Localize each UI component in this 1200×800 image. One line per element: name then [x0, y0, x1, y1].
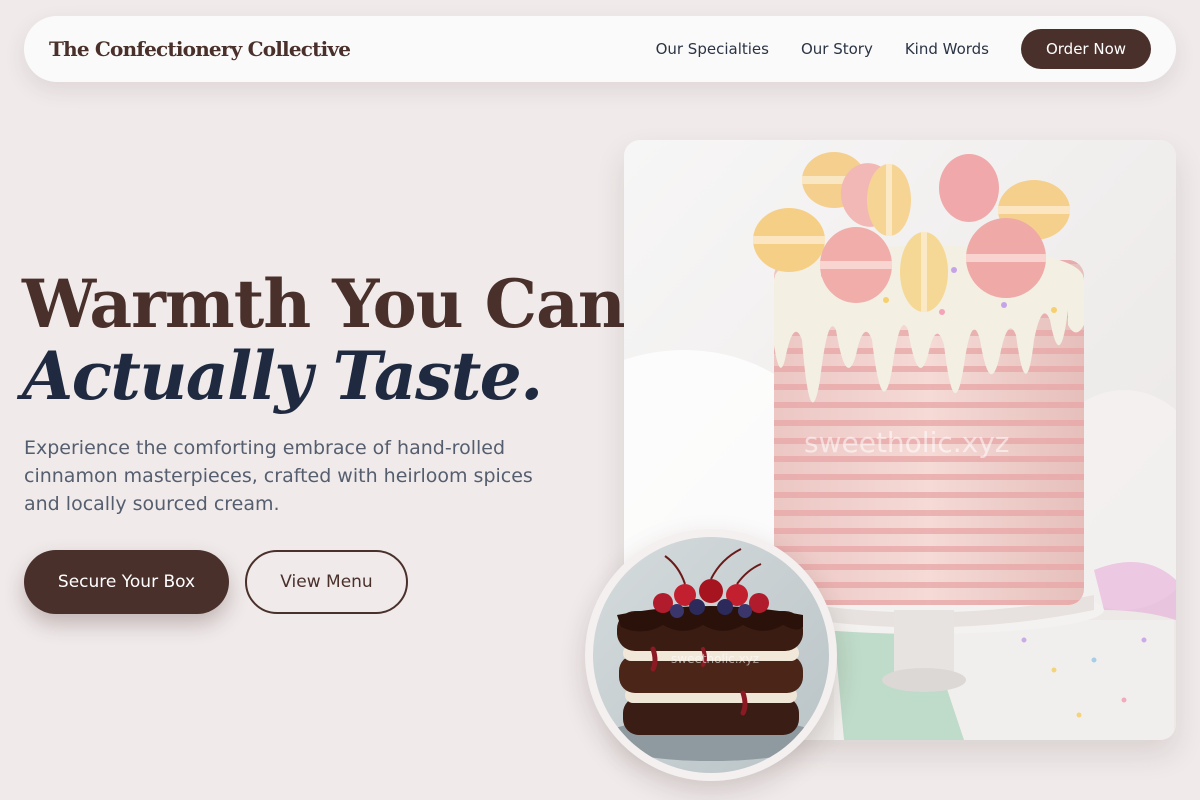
top-nav: The Confectionery Collective Our Special… [24, 16, 1176, 82]
hero-title-line2: Actually Taste. [22, 337, 543, 415]
nav-link-story[interactable]: Our Story [801, 40, 873, 58]
hero-subtitle: Experience the comforting embrace of han… [24, 437, 533, 515]
chocolate-cake-thumbnail[interactable]: sweetholic.xyz [585, 529, 837, 781]
main-watermark: sweetholic.xyz [804, 426, 1010, 459]
hero-title-line1: Warmth You Can [22, 265, 626, 343]
hero-title: Warmth You Can Actually Taste. [22, 265, 626, 415]
order-now-button[interactable]: Order Now [1021, 29, 1151, 69]
view-menu-button[interactable]: View Menu [245, 550, 408, 614]
nav-link-kind-words[interactable]: Kind Words [905, 40, 989, 58]
secure-box-button[interactable]: Secure Your Box [24, 550, 229, 614]
thumb-watermark: sweetholic.xyz [671, 652, 759, 666]
brand-logo[interactable]: The Confectionery Collective [49, 37, 351, 61]
nav-links: Our Specialties Our Story Kind Words Ord… [624, 29, 1151, 69]
nav-link-specialties[interactable]: Our Specialties [656, 40, 769, 58]
thumbnail-image: sweetholic.xyz [593, 537, 829, 773]
